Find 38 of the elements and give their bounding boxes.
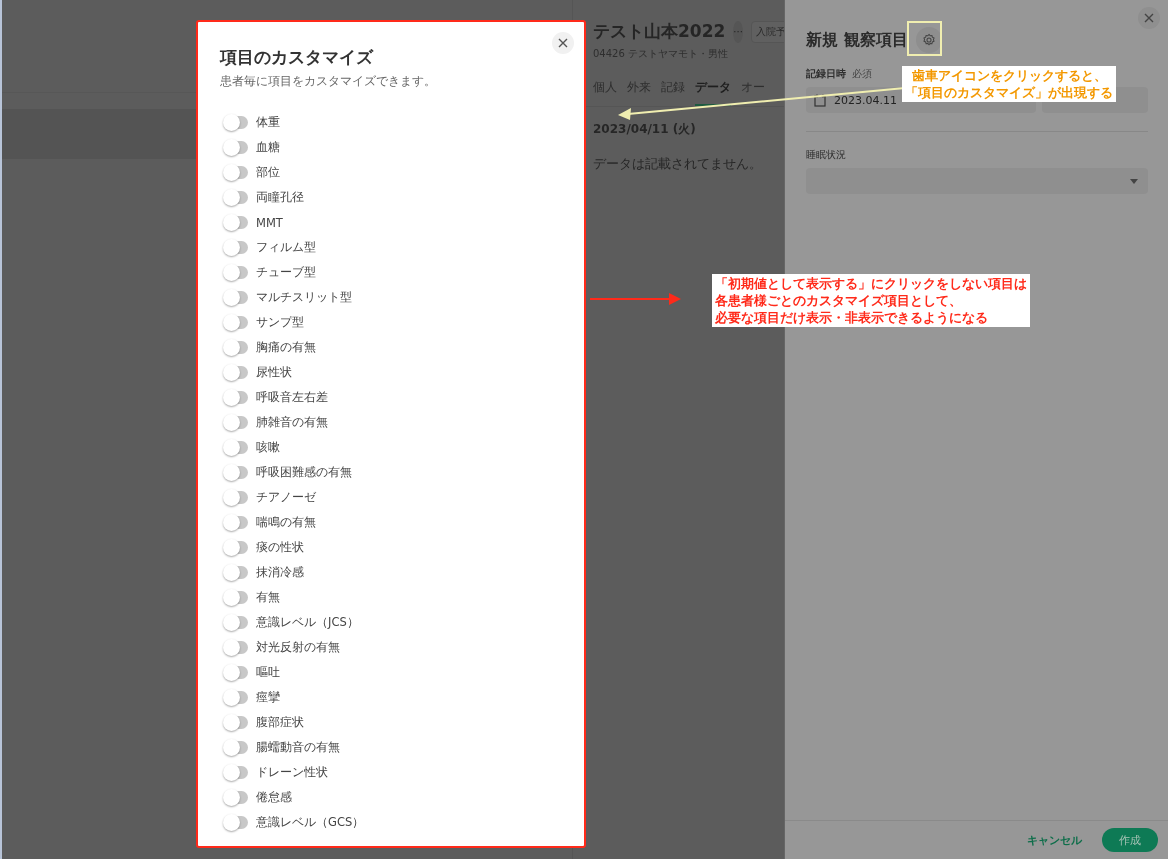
item-label: 有無 xyxy=(256,590,280,605)
item-label: 尿性状 xyxy=(256,365,292,380)
item-label: チューブ型 xyxy=(256,265,316,280)
item-label: チアノーゼ xyxy=(256,490,316,505)
item-label: 肺雑音の有無 xyxy=(256,415,328,430)
item-label: 腹部症状 xyxy=(256,715,304,730)
item-label: 喘鳴の有無 xyxy=(256,515,316,530)
item-label: 呼吸音左右差 xyxy=(256,390,328,405)
callout-tooltip: 「初期値として表示する」にクリックをしない項目は 各患者様ごとのカスタマイズ項目として、 必要な項目だけ表示・非表示できるようになる xyxy=(712,274,1030,327)
item-label: マルチスリット型 xyxy=(256,290,352,305)
item-label: 血糖 xyxy=(256,140,280,155)
item-label: フィルム型 xyxy=(256,240,316,255)
item-label: 倦怠感 xyxy=(256,790,292,805)
dialog-title: 項目のカスタマイズ xyxy=(220,46,375,69)
item-label: 嘔吐 xyxy=(256,665,280,680)
item-label: 腸蠕動音の有無 xyxy=(256,740,340,755)
required-label: 必須 xyxy=(852,67,872,81)
field-label: 睡眠状況 xyxy=(806,148,847,162)
item-label: 意識レベル（GCS） xyxy=(256,815,365,830)
item-label: ドレーン性状 xyxy=(256,765,328,780)
item-label: 意識レベル（JCS） xyxy=(256,615,359,630)
item-label: 痰の性状 xyxy=(256,540,304,555)
item-label: 抹消冷感 xyxy=(256,565,304,580)
field-label: 記録日時 xyxy=(806,67,846,81)
item-label: 咳嗽 xyxy=(256,440,280,455)
item-label: 痙攣 xyxy=(256,690,280,705)
item-label: 部位 xyxy=(256,165,280,180)
item-label: 呼吸困難感の有無 xyxy=(256,465,352,480)
item-label: サンプ型 xyxy=(256,315,304,330)
item-label: 両瞳孔径 xyxy=(256,190,304,205)
callout-tooltip: 歯車アイコンをクリックすると、 「項目のカスタマイズ」が出現する xyxy=(902,66,1116,102)
date-value: 2023.04.11 xyxy=(834,93,897,107)
item-label: MMT xyxy=(256,215,283,230)
dialog-subtitle: 患者毎に項目をカスタマイズできます。 xyxy=(220,73,437,90)
item-label: 体重 xyxy=(256,115,280,130)
item-label: 胸痛の有無 xyxy=(256,340,316,355)
drawer-title: 新規 観察項目 xyxy=(806,29,908,51)
item-label: 対光反射の有無 xyxy=(256,640,340,655)
